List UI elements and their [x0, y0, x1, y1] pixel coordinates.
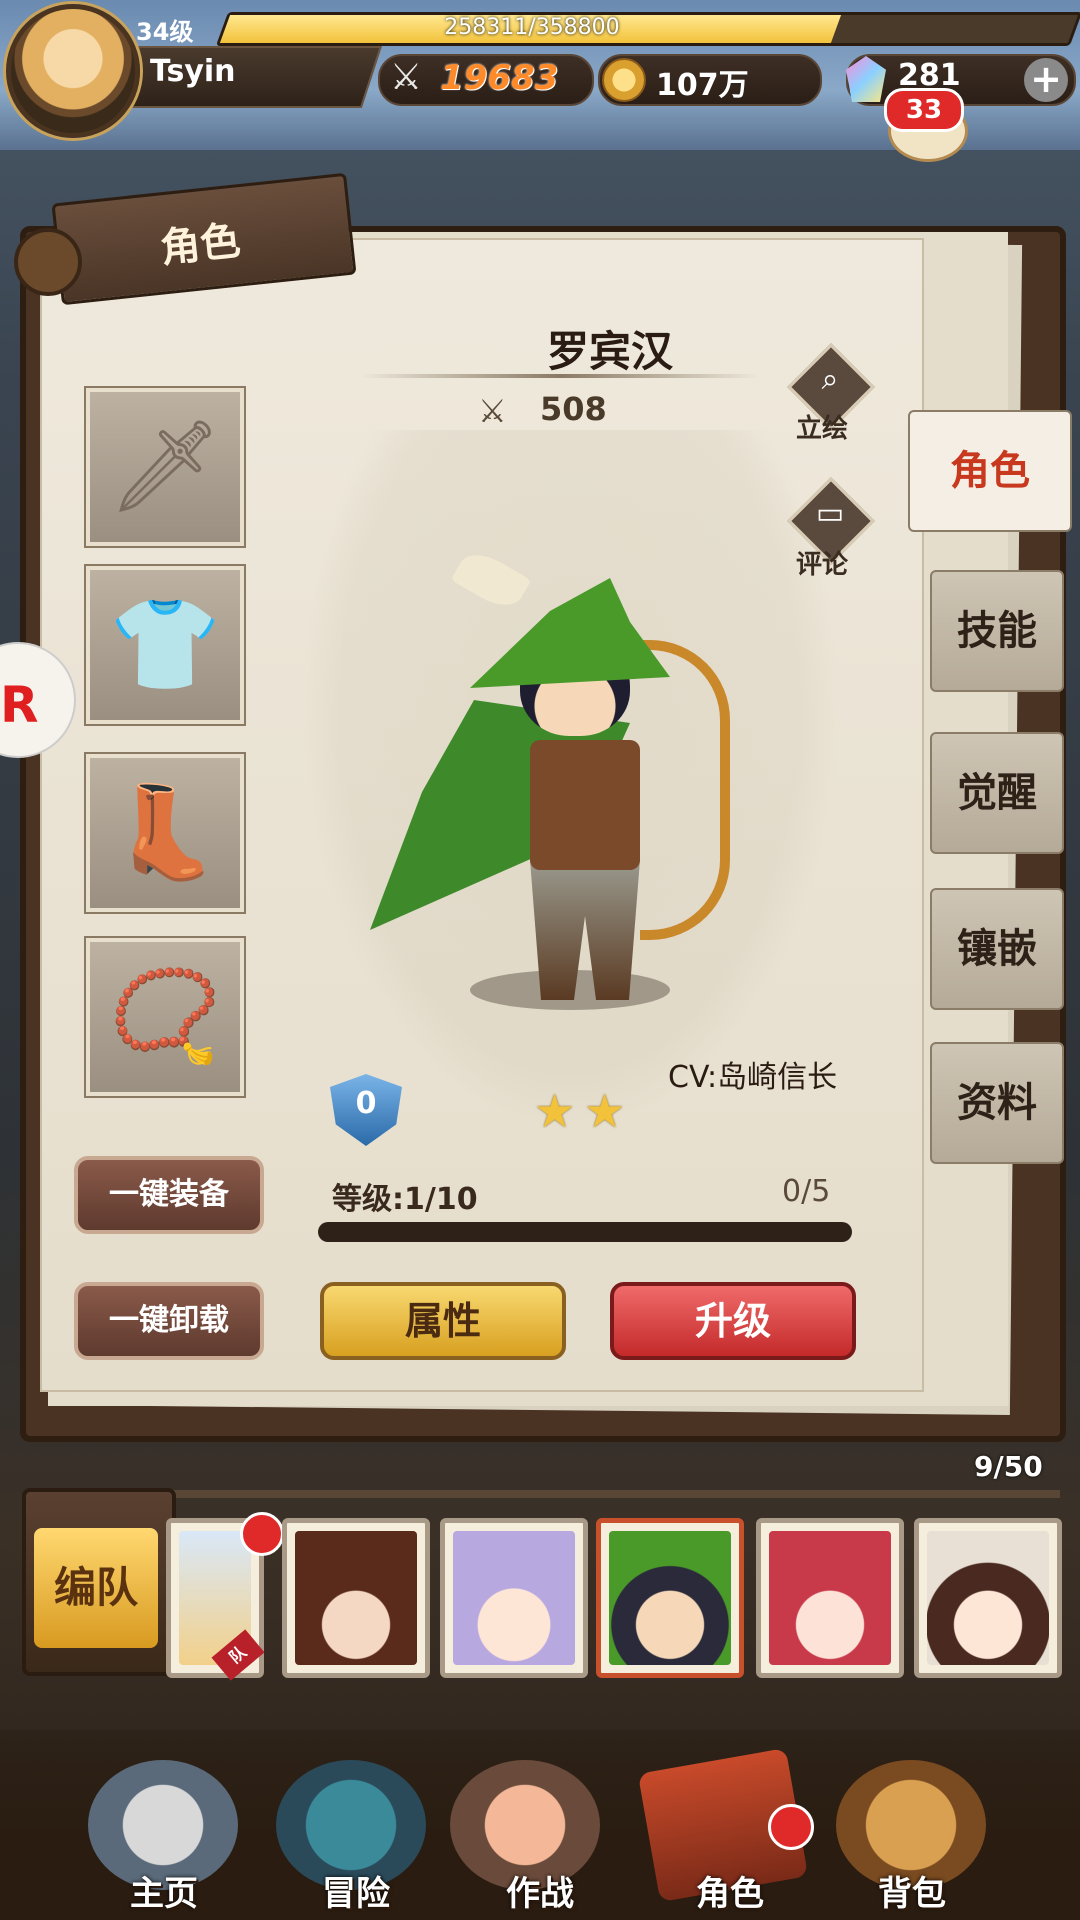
hero-portrait	[453, 1531, 575, 1665]
notification-badge	[768, 1804, 814, 1850]
sword-icon: 🗡	[107, 414, 223, 519]
notification-badge	[240, 1512, 284, 1556]
hero-card[interactable]	[282, 1518, 430, 1678]
speech-bubble-icon: ▭	[815, 496, 845, 531]
hero-portrait	[927, 1531, 1049, 1665]
tab-awaken[interactable]: 觉醒	[930, 732, 1064, 854]
star-icon: ★	[534, 1084, 576, 1138]
nav-label-character: 角色	[696, 1874, 764, 1914]
character-model[interactable]	[360, 550, 700, 1010]
player-power: 19683	[440, 58, 559, 98]
rank-value: 0	[355, 1086, 377, 1121]
hero-portrait	[769, 1531, 891, 1665]
nav-label-battle: 作战	[506, 1874, 574, 1914]
nav-label-bag: 背包	[878, 1874, 946, 1914]
hero-card[interactable]	[914, 1518, 1062, 1678]
boots-icon: 👢	[108, 780, 222, 885]
tab-info[interactable]: 资料	[930, 1042, 1064, 1164]
equip-all-button[interactable]: 一键装备	[74, 1156, 264, 1234]
portrait-label: 立绘	[796, 414, 849, 444]
hero-portrait	[609, 1531, 731, 1665]
name-divider	[360, 374, 760, 378]
attributes-button[interactable]: 属性	[320, 1282, 566, 1360]
add-gems-button[interactable]: +	[1024, 58, 1068, 102]
character-power: 508	[540, 390, 607, 428]
star-icon: ★	[584, 1084, 626, 1138]
level-progress-bar	[318, 1222, 852, 1242]
ribbon-knot	[14, 228, 82, 296]
chat-unread-badge: 33	[884, 88, 964, 132]
hero-portrait	[295, 1531, 417, 1665]
hero-card[interactable]	[440, 1518, 588, 1678]
level-progress-text: 0/5	[782, 1174, 831, 1209]
player-level: 34级	[136, 18, 194, 46]
armor-icon: 👕	[108, 592, 222, 697]
roster-rail	[140, 1490, 1060, 1498]
page-title: 角色	[158, 217, 243, 273]
exp-text: 258311/358800	[444, 15, 620, 40]
unequip-all-button[interactable]: 一键卸载	[74, 1282, 264, 1360]
equipment-slot-boots[interactable]: 👢	[84, 752, 246, 914]
character-name: 罗宾汉	[546, 327, 673, 376]
roster-count: 9/50	[974, 1450, 1043, 1483]
logo-icon: R	[0, 676, 39, 734]
review-label: 评论	[796, 550, 849, 580]
team-button[interactable]: 编队	[34, 1528, 158, 1648]
magnifier-icon: ⌕	[821, 362, 839, 397]
player-avatar[interactable]	[6, 4, 140, 138]
character-level: 等级:1/10	[332, 1182, 478, 1217]
tab-character[interactable]: 角色	[908, 410, 1072, 532]
hero-card[interactable]	[756, 1518, 904, 1678]
player-name: Tsyin	[150, 54, 236, 89]
gold-amount: 107万	[656, 68, 749, 103]
crossed-swords-icon: ⚔	[389, 57, 423, 98]
tab-inlay[interactable]: 镶嵌	[930, 888, 1064, 1010]
upgrade-button[interactable]: 升级	[610, 1282, 856, 1360]
nav-label-home: 主页	[130, 1874, 198, 1914]
coin-icon	[602, 58, 646, 102]
equipment-slot-weapon[interactable]: 🗡	[84, 386, 246, 548]
equipment-slot-armor[interactable]: 👕	[84, 564, 246, 726]
nav-label-adventure: 冒险	[322, 1874, 390, 1914]
tab-skills[interactable]: 技能	[930, 570, 1064, 692]
crossed-swords-icon: ⚔	[478, 392, 507, 430]
equipment-slot-accessory[interactable]: 📿	[84, 936, 246, 1098]
voice-actor-label: CV:岛崎信长	[668, 1060, 838, 1095]
amulet-icon: 📿	[108, 964, 222, 1069]
hero-card-selected[interactable]	[596, 1518, 744, 1678]
